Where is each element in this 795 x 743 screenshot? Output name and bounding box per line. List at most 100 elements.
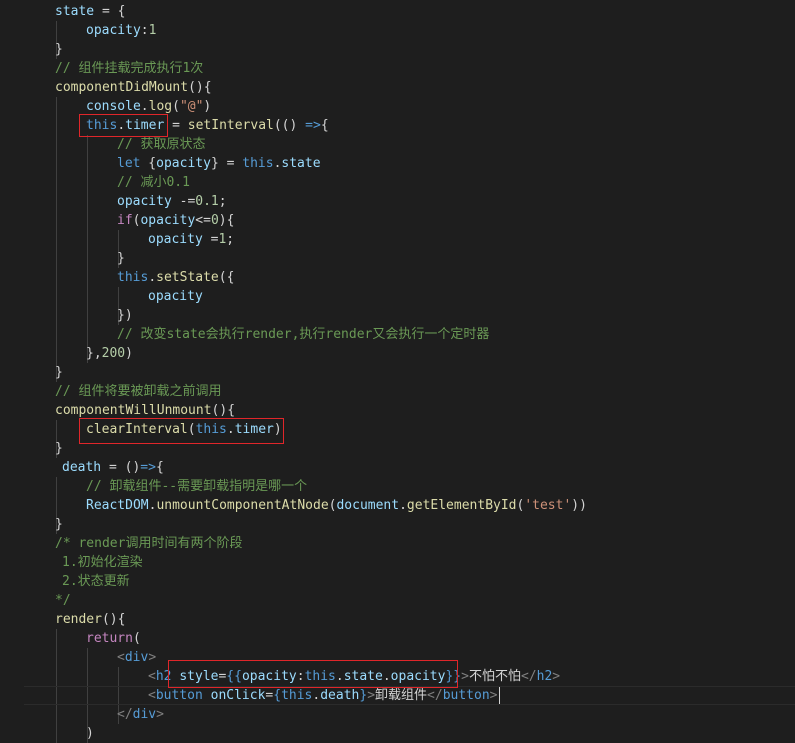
code-line-content: componentDidMount(){ (55, 78, 212, 97)
code-token: // 卸载组件--需要卸载指明是哪一个 (86, 479, 308, 494)
code-token: > (489, 688, 498, 703)
code-line-content: render(){ (55, 610, 125, 629)
code-line[interactable]: opacity =1; (0, 230, 795, 249)
code-token: button (442, 688, 490, 703)
code-token: > (148, 650, 157, 665)
code-token: 卸载组件 (375, 688, 428, 703)
code-token: (){ (101, 612, 126, 627)
code-token: (){ (211, 403, 236, 418)
code-line-content: // 组件将要被卸载之前调用 (55, 382, 221, 401)
code-token: // 改变state会执行render,执行render又会执行一个定时器 (117, 327, 490, 342)
code-line-content: <button onClick={this.death}>卸载组件</butto… (148, 687, 497, 704)
code-line[interactable]: } (0, 515, 795, 534)
code-token: } (55, 42, 63, 57)
code-line[interactable]: // 卸载组件--需要卸载指明是哪一个 (0, 477, 795, 496)
code-line-content: let {opacity} = this.state (117, 154, 321, 173)
code-line-content: death = ()=>{ (62, 458, 164, 477)
code-line-content: } (55, 40, 63, 59)
code-line[interactable]: },200) (0, 344, 795, 363)
code-token: this (117, 270, 149, 285)
code-token: h2 (536, 669, 553, 684)
code-token: = () (101, 460, 141, 475)
code-token: > (461, 669, 469, 684)
code-line[interactable]: opacity:1 (0, 21, 795, 40)
code-token: 0.1 (195, 194, 219, 209)
code-line[interactable]: opacity (0, 287, 795, 306)
code-token: } (55, 365, 63, 380)
code-line-content: */ (55, 591, 71, 610)
code-line[interactable]: // 组件挂载完成执行1次 (0, 59, 795, 78)
code-line-content: if(opacity<=0){ (117, 211, 234, 230)
code-token: <= (195, 213, 211, 228)
code-line[interactable]: /* render调用时间有两个阶段 (0, 534, 795, 553)
code-token: div (132, 707, 157, 722)
code-line-content: // 减小0.1 (117, 173, 190, 192)
code-token: => (140, 460, 156, 475)
code-token: : (140, 23, 149, 38)
code-token: 不怕不怕 (468, 669, 521, 684)
code-line-content: this.setState({ (117, 268, 234, 287)
code-line-content: },200) (86, 344, 133, 363)
code-token: button (155, 688, 203, 703)
code-line[interactable]: 2.状态更新 (0, 572, 795, 591)
code-line-content: opacity:1 (86, 21, 156, 40)
annotation-box-this-timer (79, 114, 168, 137)
code-token: componentWillUnmount (55, 403, 212, 418)
code-line[interactable]: return( (0, 629, 795, 648)
code-line[interactable]: death = ()=>{ (0, 458, 795, 477)
code-token: ) (125, 346, 133, 361)
code-token: (){ (188, 80, 212, 95)
code-token: if (117, 213, 133, 228)
code-line[interactable]: } (0, 40, 795, 59)
code-token: } (359, 688, 368, 703)
code-line[interactable]: // 改变state会执行render,执行render又会执行一个定时器 (0, 325, 795, 344)
code-line[interactable]: } (0, 363, 795, 382)
code-line[interactable]: <button onClick={this.death}>卸载组件</butto… (24, 686, 795, 705)
code-line[interactable]: let {opacity} = this.state (0, 154, 795, 173)
code-line[interactable]: if(opacity<=0){ (0, 211, 795, 230)
code-token: < (117, 650, 125, 665)
code-line[interactable]: // 获取原状态 (0, 135, 795, 154)
code-token: document (336, 498, 400, 513)
code-line[interactable]: 1.初始化渲染 (0, 553, 795, 572)
code-token: </ (520, 669, 537, 684)
code-line-content: 2.状态更新 (62, 572, 130, 591)
code-line-content: // 改变state会执行render,执行render又会执行一个定时器 (117, 325, 489, 344)
code-token: < (148, 669, 156, 684)
code-line[interactable]: ) (0, 724, 795, 743)
code-token: 1.初始化渲染 (62, 555, 143, 570)
code-token: opacity (86, 23, 141, 38)
code-line[interactable]: render(){ (0, 610, 795, 629)
code-token: div (124, 650, 149, 665)
code-token: */ (55, 593, 71, 608)
code-token: . (140, 99, 149, 114)
code-token: opacity (148, 232, 203, 247)
code-line[interactable]: // 减小0.1 (0, 173, 795, 192)
code-editor[interactable]: state = {opacity:1}// 组件挂载完成执行1次 componen… (0, 0, 795, 743)
code-line[interactable]: </div> (0, 705, 795, 724)
code-line[interactable]: } (0, 249, 795, 268)
code-line[interactable]: ReactDOM.unmountComponentAtNode(document… (0, 496, 795, 515)
code-token: }) (117, 308, 133, 323)
code-token: ( (132, 631, 141, 646)
code-line[interactable]: state = { (0, 2, 795, 21)
code-token: this (242, 156, 274, 171)
code-token: // 减小0.1 (117, 175, 190, 190)
code-token: < (148, 688, 156, 703)
code-token: = (202, 232, 219, 247)
code-token: } (117, 251, 125, 266)
code-token: onClick (210, 688, 266, 703)
code-token: opacity (117, 194, 172, 209)
code-line-content: } (55, 515, 63, 534)
text-cursor (499, 687, 501, 704)
code-line[interactable]: */ (0, 591, 795, 610)
code-line[interactable]: }) (0, 306, 795, 325)
code-line[interactable]: opacity -=0.1; (0, 192, 795, 211)
code-token: </ (427, 688, 443, 703)
code-line[interactable]: // 组件将要被卸载之前调用 (0, 382, 795, 401)
code-token: setInterval (187, 118, 274, 133)
code-line[interactable]: this.setState({ (0, 268, 795, 287)
code-line-content: ReactDOM.unmountComponentAtNode(document… (86, 496, 587, 515)
code-line[interactable]: componentDidMount(){ (0, 78, 795, 97)
annotation-box-style-opacity (168, 660, 458, 688)
